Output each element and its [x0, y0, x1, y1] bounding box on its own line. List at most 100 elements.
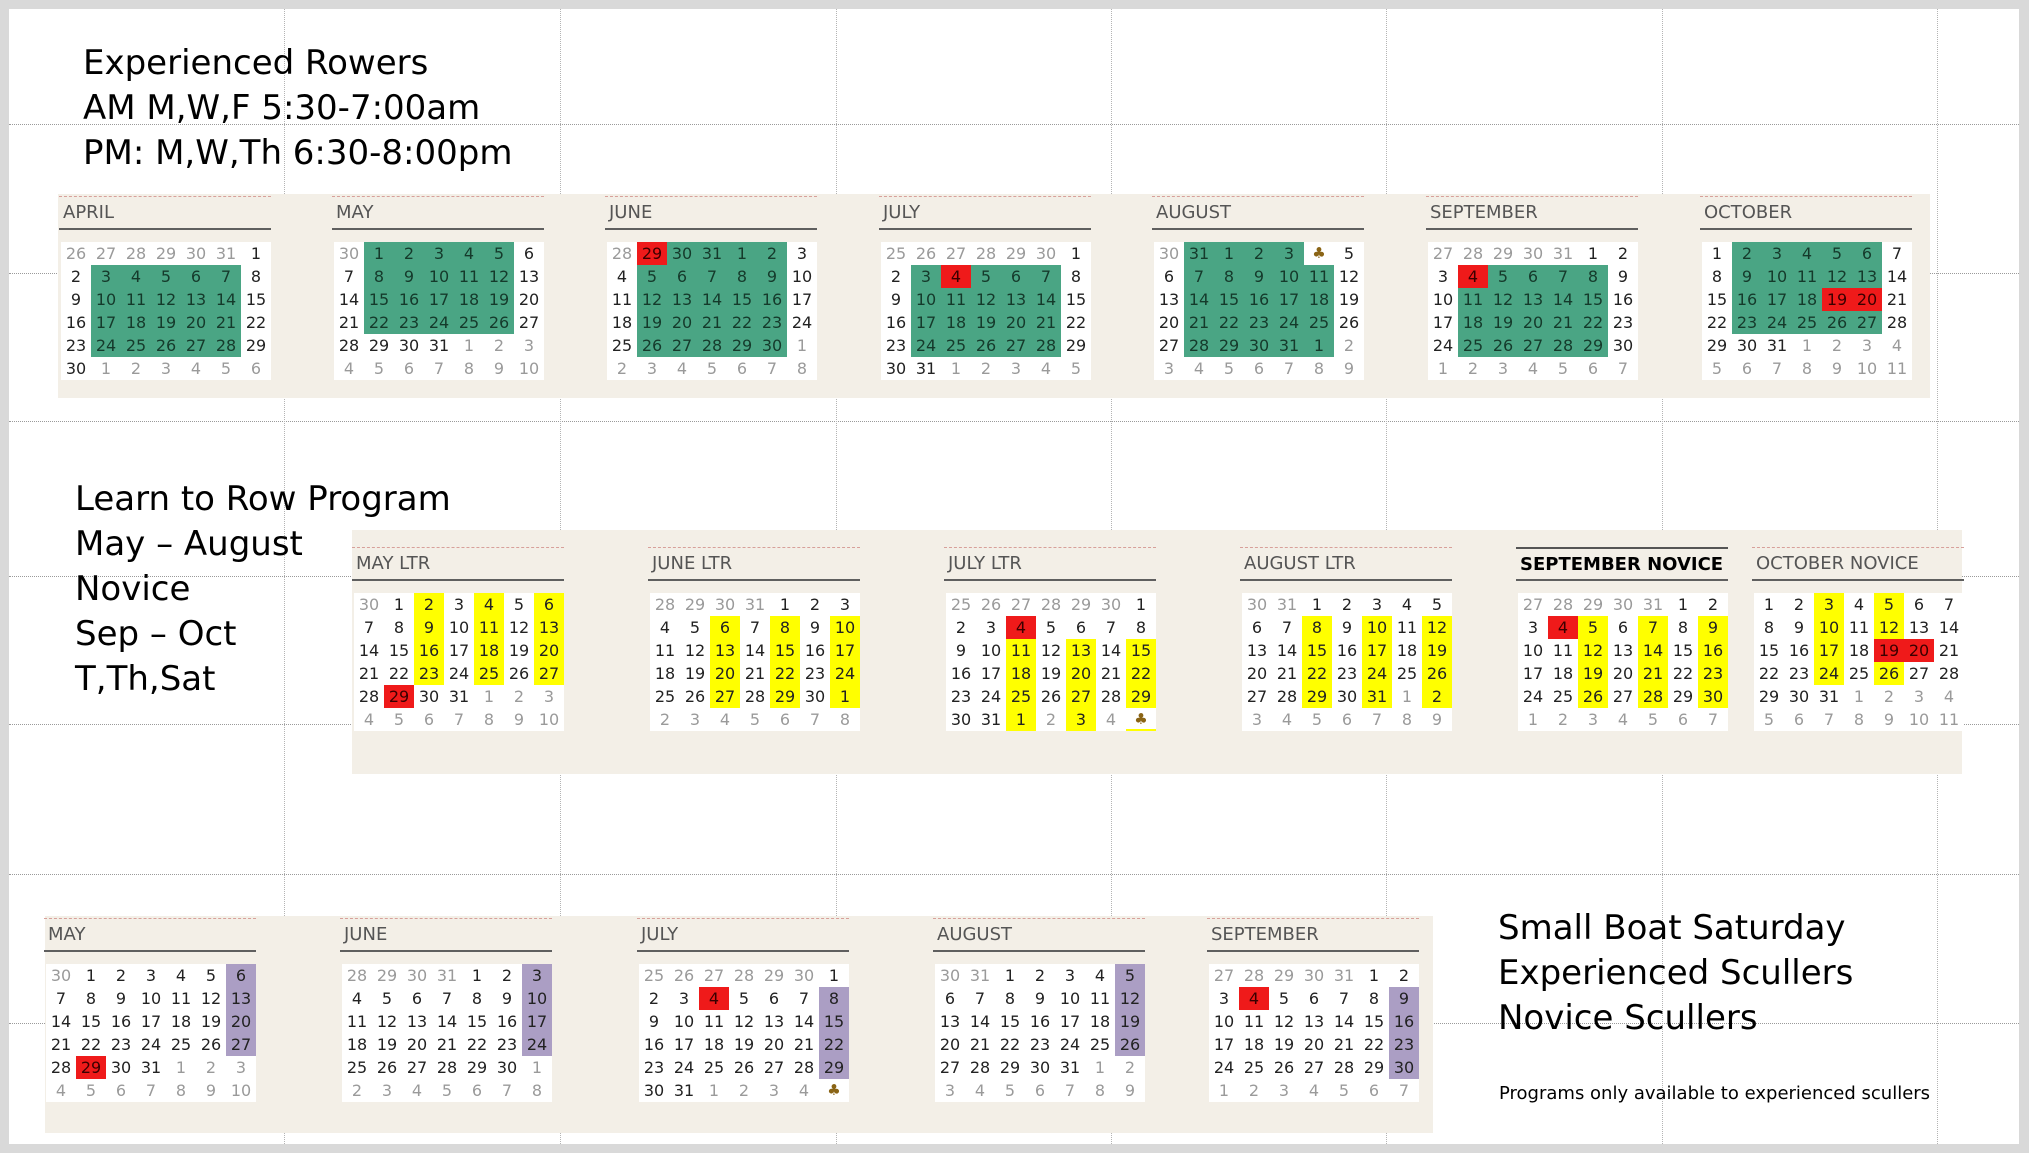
- day-cell: 3: [522, 964, 552, 987]
- day-cell: 2: [729, 1079, 759, 1102]
- day-cell: 12: [484, 265, 514, 288]
- month-title: JULY LTR: [944, 547, 1156, 581]
- day-cell: 2: [1115, 1056, 1145, 1079]
- day-cell: 4: [1096, 708, 1126, 731]
- day-cell: 6: [226, 964, 256, 987]
- day-cell: 10: [424, 265, 454, 288]
- month-title: AUGUST: [933, 918, 1145, 952]
- day-cell: 8: [76, 987, 106, 1010]
- day-cell: 18: [1392, 639, 1422, 662]
- day-cell: 6: [1242, 616, 1272, 639]
- day-cell: 17: [136, 1010, 166, 1033]
- day-cell: 22: [1302, 662, 1332, 685]
- day-cell: 13: [226, 987, 256, 1010]
- day-cell: 25: [1392, 662, 1422, 685]
- day-cell: 29: [76, 1056, 106, 1079]
- day-cell: 27: [534, 662, 564, 685]
- day-cell: 29: [384, 685, 414, 708]
- day-cell: 13: [1001, 288, 1031, 311]
- day-cell: 20: [1518, 311, 1548, 334]
- day-cell: 31: [911, 357, 941, 380]
- month-day-grid: 27 28 29 30 31 1 2 3 4 5 6 7 8 9 10 11 12 13 14 15 16 17 18 19 2…: [1518, 593, 1728, 731]
- day-cell: 23: [61, 334, 91, 357]
- month-day-grid: 1 2 3 4 5 6 7 8 9 10 11 12 13 14 15 16 17 18 19 20 21 22 23 24 2…: [1754, 593, 1964, 731]
- day-cell: 4: [1392, 593, 1422, 616]
- day-cell: 22: [76, 1033, 106, 1056]
- day-cell: 25: [639, 964, 669, 987]
- day-cell: 2: [971, 357, 1001, 380]
- day-cell: 1: [1359, 964, 1389, 987]
- day-cell: 29: [1214, 334, 1244, 357]
- day-cell: 13: [1299, 1010, 1329, 1033]
- day-cell: 12: [1874, 616, 1904, 639]
- day-cell: 11: [1882, 357, 1912, 380]
- day-cell: 26: [1874, 662, 1904, 685]
- day-cell: 6: [1668, 708, 1698, 731]
- day-cell: 27: [699, 964, 729, 987]
- day-cell: 17: [1762, 288, 1792, 311]
- day-cell: 10: [911, 288, 941, 311]
- day-cell: 29: [680, 593, 710, 616]
- day-cell: 4: [46, 1079, 76, 1102]
- day-cell: 31: [1638, 593, 1668, 616]
- month-title: AUGUST LTR: [1240, 547, 1452, 581]
- day-cell: 3: [1428, 265, 1458, 288]
- day-cell: 25: [1006, 685, 1036, 708]
- day-cell: 11: [1844, 616, 1874, 639]
- day-cell: 5: [76, 1079, 106, 1102]
- day-cell: 19: [1422, 639, 1452, 662]
- day-cell: 4: [1239, 987, 1269, 1010]
- day-cell: 10: [226, 1079, 256, 1102]
- day-cell: 5: [1822, 242, 1852, 265]
- day-cell: 8: [364, 265, 394, 288]
- day-cell: 3: [514, 334, 544, 357]
- day-cell: 1: [1518, 708, 1548, 731]
- day-cell: 24: [1362, 662, 1392, 685]
- day-cell: 20: [1299, 1033, 1329, 1056]
- day-cell: 13: [514, 265, 544, 288]
- month-title: SEPTEMBER: [1426, 196, 1638, 230]
- day-cell: 2: [394, 242, 424, 265]
- day-cell: 25: [1792, 311, 1822, 334]
- day-cell: 3: [1269, 1079, 1299, 1102]
- day-cell: 12: [1822, 265, 1852, 288]
- small-boat-novice: Novice Scullers: [1498, 998, 1758, 1038]
- day-cell: 2: [1874, 685, 1904, 708]
- day-cell: 26: [504, 662, 534, 685]
- day-cell: 15: [1578, 288, 1608, 311]
- day-cell: 14: [1548, 288, 1578, 311]
- day-cell: 30: [1031, 242, 1061, 265]
- day-cell: 7: [1329, 987, 1359, 1010]
- day-cell: 28: [789, 1056, 819, 1079]
- day-cell: 4: [1184, 357, 1214, 380]
- day-cell: 9: [394, 265, 424, 288]
- day-cell: 30: [1389, 1056, 1419, 1079]
- day-cell: 25: [454, 311, 484, 334]
- day-cell: 8: [727, 265, 757, 288]
- day-cell: 7: [800, 708, 830, 731]
- day-cell: 4: [454, 242, 484, 265]
- day-cell: 6: [534, 593, 564, 616]
- day-cell: 11: [1548, 639, 1578, 662]
- month-calendar: AUGUST 30 31 1 2 3 4 5 6 7 8 9 10 11 12 13 14 15 16 17 18 19 2…: [933, 918, 1145, 1102]
- day-cell: 28: [1036, 593, 1066, 616]
- day-cell: 9: [61, 288, 91, 311]
- day-cell: 28: [334, 334, 364, 357]
- day-cell: 3: [1518, 616, 1548, 639]
- day-cell: 17: [1362, 639, 1392, 662]
- day-cell: 3: [911, 265, 941, 288]
- day-cell: 9: [757, 265, 787, 288]
- day-cell: 16: [1244, 288, 1274, 311]
- day-cell: 2: [1334, 334, 1364, 357]
- pineapple-icon: ♣: [819, 1079, 849, 1102]
- day-cell: 5: [1334, 242, 1364, 265]
- day-cell: 17: [669, 1033, 699, 1056]
- day-cell: 12: [680, 639, 710, 662]
- day-cell: 10: [1904, 708, 1934, 731]
- day-cell: 16: [1608, 288, 1638, 311]
- day-cell: 9: [504, 708, 534, 731]
- day-cell: 27: [710, 685, 740, 708]
- day-cell: 26: [1488, 334, 1518, 357]
- day-cell: 10: [1055, 987, 1085, 1010]
- day-cell: 30: [1242, 593, 1272, 616]
